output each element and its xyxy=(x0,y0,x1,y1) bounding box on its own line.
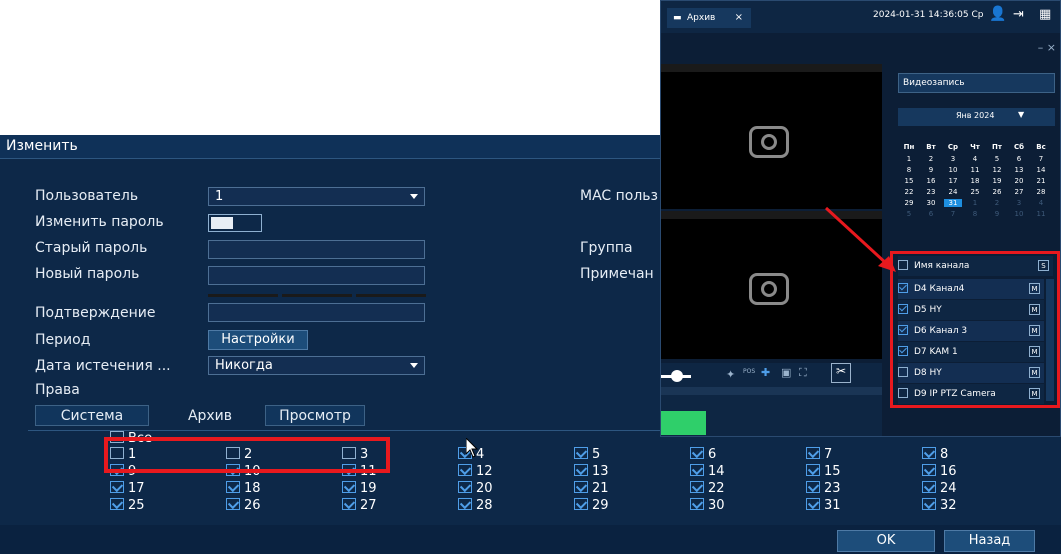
red-arrow-annotation xyxy=(824,206,896,272)
mouse-cursor-icon xyxy=(466,438,479,458)
arrow-line xyxy=(824,206,890,267)
